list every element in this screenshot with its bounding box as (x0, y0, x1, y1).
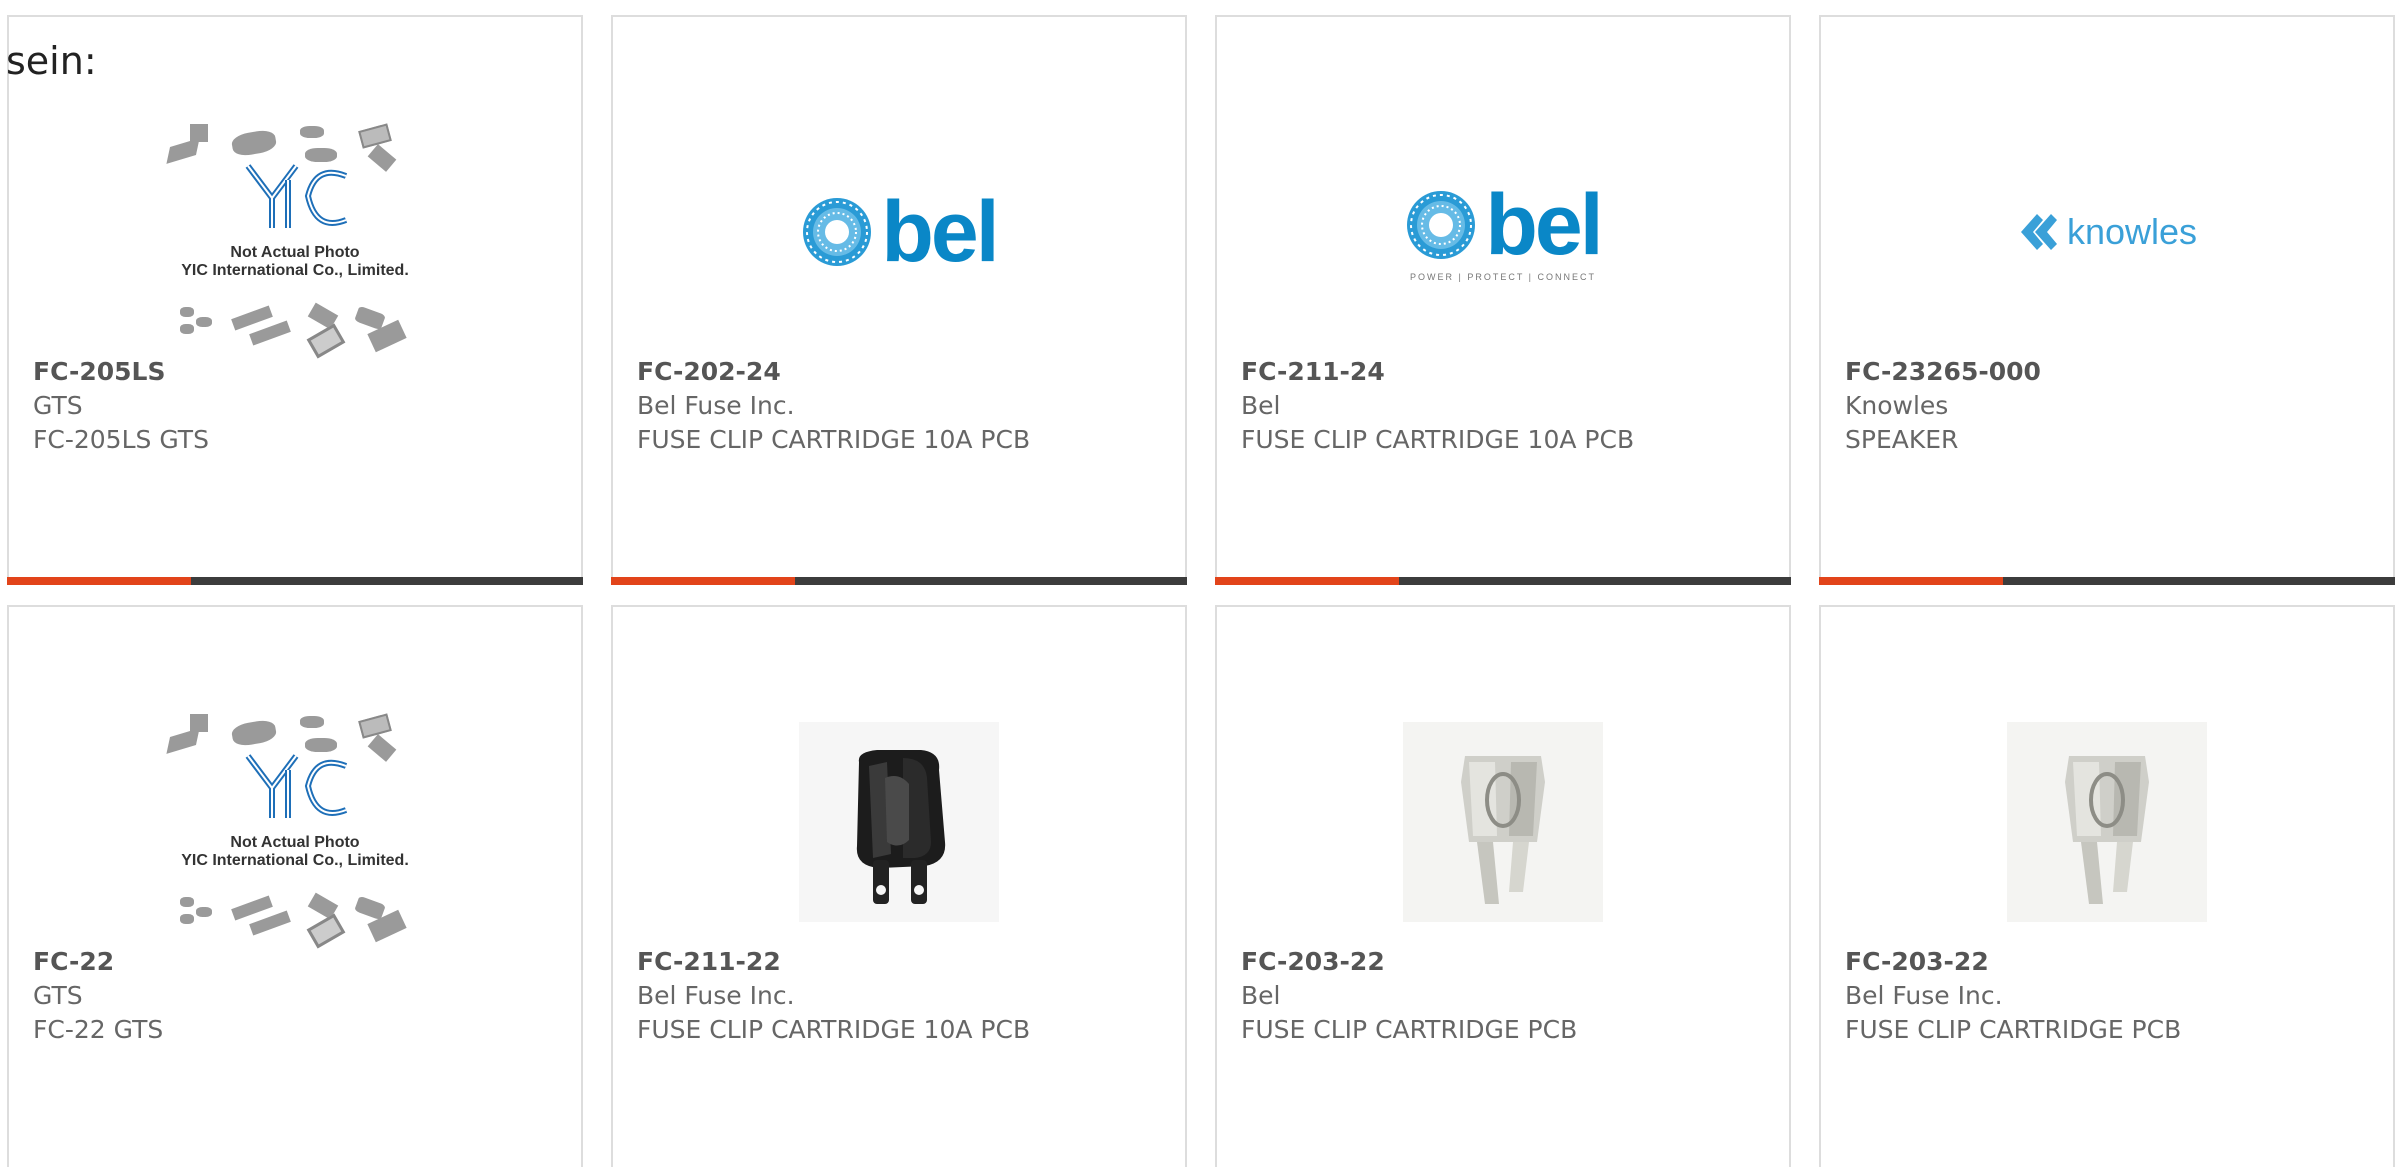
product-grid-page: sein: Not Actual Photo YIC International… (0, 0, 2400, 1167)
product-description: FC-205LS GTS (33, 425, 209, 454)
product-info: FC-23265-000 Knowles SPEAKER (1845, 355, 2373, 457)
product-part-number[interactable]: FC-23265-000 (1845, 355, 2373, 389)
yic-logo-icon (245, 164, 348, 228)
product-image (1217, 692, 1789, 952)
product-info: FC-202-24 Bel Fuse Inc. FUSE CLIP CARTRI… (637, 355, 1165, 457)
product-image: knowles (1821, 102, 2393, 362)
product-manufacturer: Bel Fuse Inc. (637, 391, 795, 420)
product-manufacturer: Bel Fuse Inc. (637, 981, 795, 1010)
product-image: bel (613, 102, 1185, 362)
product-info: FC-203-22 Bel Fuse Inc. FUSE CLIP CARTRI… (1845, 945, 2373, 1047)
bel-logo: bel (801, 189, 1000, 275)
product-info: FC-22 GTS FC-22 GTS (33, 945, 561, 1047)
product-part-number[interactable]: FC-203-22 (1241, 945, 1769, 979)
product-card[interactable]: FC-211-22 Bel Fuse Inc. FUSE CLIP CARTRI… (611, 605, 1187, 1167)
knowles-logo: knowles (2017, 211, 2197, 253)
bel-sunburst-icon (1407, 191, 1476, 259)
bel-logo: bel POWER | PROTECT | CONNECT (1405, 182, 1604, 282)
bel-sunburst-icon (803, 198, 872, 266)
product-info: FC-203-22 Bel FUSE CLIP CARTRIDGE PCB (1241, 945, 1769, 1047)
product-manufacturer: Bel Fuse Inc. (1845, 981, 2003, 1010)
product-description: FUSE CLIP CARTRIDGE 10A PCB (637, 425, 1031, 454)
product-info: FC-205LS GTS FC-205LS GTS (33, 355, 561, 457)
product-manufacturer: Bel (1241, 391, 1281, 420)
product-part-number[interactable]: FC-203-22 (1845, 945, 2373, 979)
product-card[interactable]: FC-203-22 Bel FUSE CLIP CARTRIDGE PCB (1215, 605, 1791, 1167)
intro-text: sein: (6, 39, 97, 83)
product-description: FUSE CLIP CARTRIDGE 10A PCB (637, 1015, 1031, 1044)
product-image (613, 692, 1185, 952)
product-card[interactable]: FC-203-22 Bel Fuse Inc. FUSE CLIP CARTRI… (1819, 605, 2395, 1167)
product-card[interactable]: knowles FC-23265-000 Knowles SPEAKER (1819, 15, 2395, 585)
product-card[interactable]: bel FC-202-24 Bel Fuse Inc. FUSE CLIP CA… (611, 15, 1187, 585)
not-actual-photo-placeholder: Not Actual Photo YIC International Co., … (160, 112, 430, 359)
card-hover-bar (611, 577, 1187, 585)
product-part-number[interactable]: FC-211-22 (637, 945, 1165, 979)
product-info: FC-211-22 Bel Fuse Inc. FUSE CLIP CARTRI… (637, 945, 1165, 1047)
product-card[interactable]: bel POWER | PROTECT | CONNECT FC-211-24 … (1215, 15, 1791, 585)
product-part-number[interactable]: FC-202-24 (637, 355, 1165, 389)
product-description: FUSE CLIP CARTRIDGE 10A PCB (1241, 425, 1635, 454)
silver-fuse-clip-photo (1403, 722, 1603, 922)
product-image (1821, 692, 2393, 952)
product-description: SPEAKER (1845, 425, 1959, 454)
product-part-number[interactable]: FC-22 (33, 945, 561, 979)
product-manufacturer: GTS (33, 391, 83, 420)
bel-tagline: POWER | PROTECT | CONNECT (1409, 272, 1596, 282)
black-fuse-clip-photo (799, 722, 999, 922)
product-image: bel POWER | PROTECT | CONNECT (1217, 102, 1789, 362)
not-actual-photo-placeholder: Not Actual Photo YIC International Co., … (160, 702, 430, 949)
product-info: FC-211-24 Bel FUSE CLIP CARTRIDGE 10A PC… (1241, 355, 1769, 457)
product-description: FUSE CLIP CARTRIDGE PCB (1845, 1015, 2182, 1044)
product-image: Not Actual Photo YIC International Co., … (9, 102, 581, 362)
card-hover-bar (7, 577, 583, 585)
knowles-chevron-icon (2020, 214, 2057, 250)
product-card[interactable]: Not Actual Photo YIC International Co., … (7, 605, 583, 1167)
product-part-number[interactable]: FC-211-24 (1241, 355, 1769, 389)
product-manufacturer: GTS (33, 981, 83, 1010)
product-card[interactable]: Not Actual Photo YIC International Co., … (7, 15, 583, 585)
card-hover-bar (1819, 577, 2395, 585)
product-description: FC-22 GTS (33, 1015, 164, 1044)
product-manufacturer: Knowles (1845, 391, 1949, 420)
product-part-number[interactable]: FC-205LS (33, 355, 561, 389)
product-manufacturer: Bel (1241, 981, 1281, 1010)
product-image: Not Actual Photo YIC International Co., … (9, 692, 581, 952)
silver-fuse-clip-photo (2007, 722, 2207, 922)
product-description: FUSE CLIP CARTRIDGE PCB (1241, 1015, 1578, 1044)
card-hover-bar (1215, 577, 1791, 585)
yic-logo-icon (245, 754, 348, 818)
